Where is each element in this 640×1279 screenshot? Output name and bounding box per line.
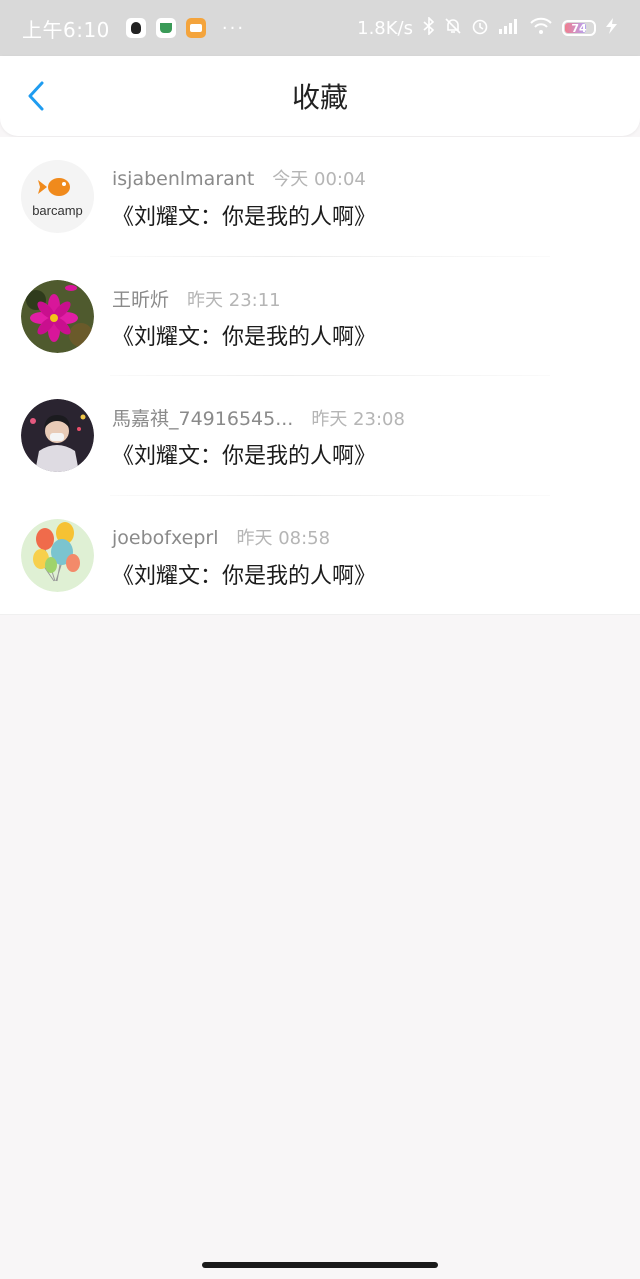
status-bar: 上午6:10 ··· 1.8K/s 74 [0, 0, 640, 56]
favorites-list: barcamp isjabenlmarant 今天 00:04 《刘耀文：你是我… [0, 137, 640, 615]
item-meta: 馬嘉祺_74916545... 昨天 23:08 [112, 404, 405, 430]
signal-icon [498, 17, 520, 39]
username[interactable]: joebofxeprl [112, 527, 218, 549]
home-indicator[interactable] [202, 1262, 438, 1268]
timestamp: 昨天 23:08 [311, 409, 405, 430]
list-item[interactable]: barcamp isjabenlmarant 今天 00:04 《刘耀文：你是我… [0, 137, 640, 257]
person-photo-avatar [21, 399, 94, 472]
item-texts: 王昕炘 昨天 23:11 《刘耀文：你是我的人啊》 [112, 280, 376, 351]
avatar[interactable] [21, 399, 94, 472]
avatar[interactable] [21, 279, 94, 353]
status-bar-right: 1.8K/s 74 [357, 16, 620, 39]
item-meta: joebofxeprl 昨天 08:58 [112, 524, 376, 550]
list-item[interactable]: 王昕炘 昨天 23:11 《刘耀文：你是我的人啊》 [0, 257, 640, 376]
item-texts: isjabenlmarant 今天 00:04 《刘耀文：你是我的人啊》 [112, 160, 376, 231]
username[interactable]: isjabenlmarant [112, 168, 254, 190]
alarm-icon [471, 17, 489, 39]
back-button[interactable] [18, 78, 54, 114]
navigation-header: 收藏 [0, 56, 640, 136]
barcamp-logo-avatar: barcamp [21, 160, 94, 233]
favorite-title[interactable]: 《刘耀文：你是我的人啊》 [112, 558, 376, 590]
battery-icon: 74 [562, 20, 596, 36]
qq-icon [125, 18, 146, 38]
item-texts: joebofxeprl 昨天 08:58 《刘耀文：你是我的人啊》 [112, 519, 376, 590]
clock: 上午6:10 [22, 17, 110, 42]
plant-app-icon [155, 18, 176, 38]
charging-icon [604, 17, 620, 39]
mute-icon [444, 17, 462, 39]
favorite-title[interactable]: 《刘耀文：你是我的人啊》 [112, 319, 376, 351]
battery-level: 74 [571, 21, 587, 35]
bluetooth-icon [423, 16, 435, 39]
list-item[interactable]: joebofxeprl 昨天 08:58 《刘耀文：你是我的人啊》 [0, 496, 640, 615]
network-speed: 1.8K/s [357, 17, 413, 39]
item-meta: isjabenlmarant 今天 00:04 [112, 165, 376, 191]
timestamp: 昨天 23:11 [187, 289, 281, 311]
pink-flower-avatar [21, 279, 94, 353]
timestamp: 昨天 08:58 [236, 527, 331, 549]
avatar[interactable] [21, 518, 94, 592]
username[interactable]: 王昕炘 [112, 285, 169, 312]
wifi-icon [529, 17, 553, 39]
divider [0, 614, 640, 615]
box-app-icon [185, 18, 206, 38]
item-meta: 王昕炘 昨天 23:11 [112, 285, 376, 311]
balloons-avatar [21, 518, 94, 592]
more-notifications-icon: ··· [221, 17, 246, 39]
list-item[interactable]: 馬嘉祺_74916545... 昨天 23:08 《刘耀文：你是我的人啊》 [0, 376, 640, 496]
item-texts: 馬嘉祺_74916545... 昨天 23:08 《刘耀文：你是我的人啊》 [112, 399, 405, 470]
username[interactable]: 馬嘉祺_74916545... [112, 404, 293, 431]
barcamp-wordmark: barcamp [32, 203, 83, 218]
chevron-left-icon [28, 81, 44, 111]
page-title: 收藏 [291, 81, 348, 114]
status-bar-left: 上午6:10 ··· [22, 14, 245, 43]
favorite-title[interactable]: 《刘耀文：你是我的人啊》 [112, 438, 405, 470]
timestamp: 今天 00:04 [272, 169, 366, 190]
favorite-title[interactable]: 《刘耀文：你是我的人啊》 [112, 199, 376, 231]
avatar[interactable]: barcamp [21, 160, 94, 233]
